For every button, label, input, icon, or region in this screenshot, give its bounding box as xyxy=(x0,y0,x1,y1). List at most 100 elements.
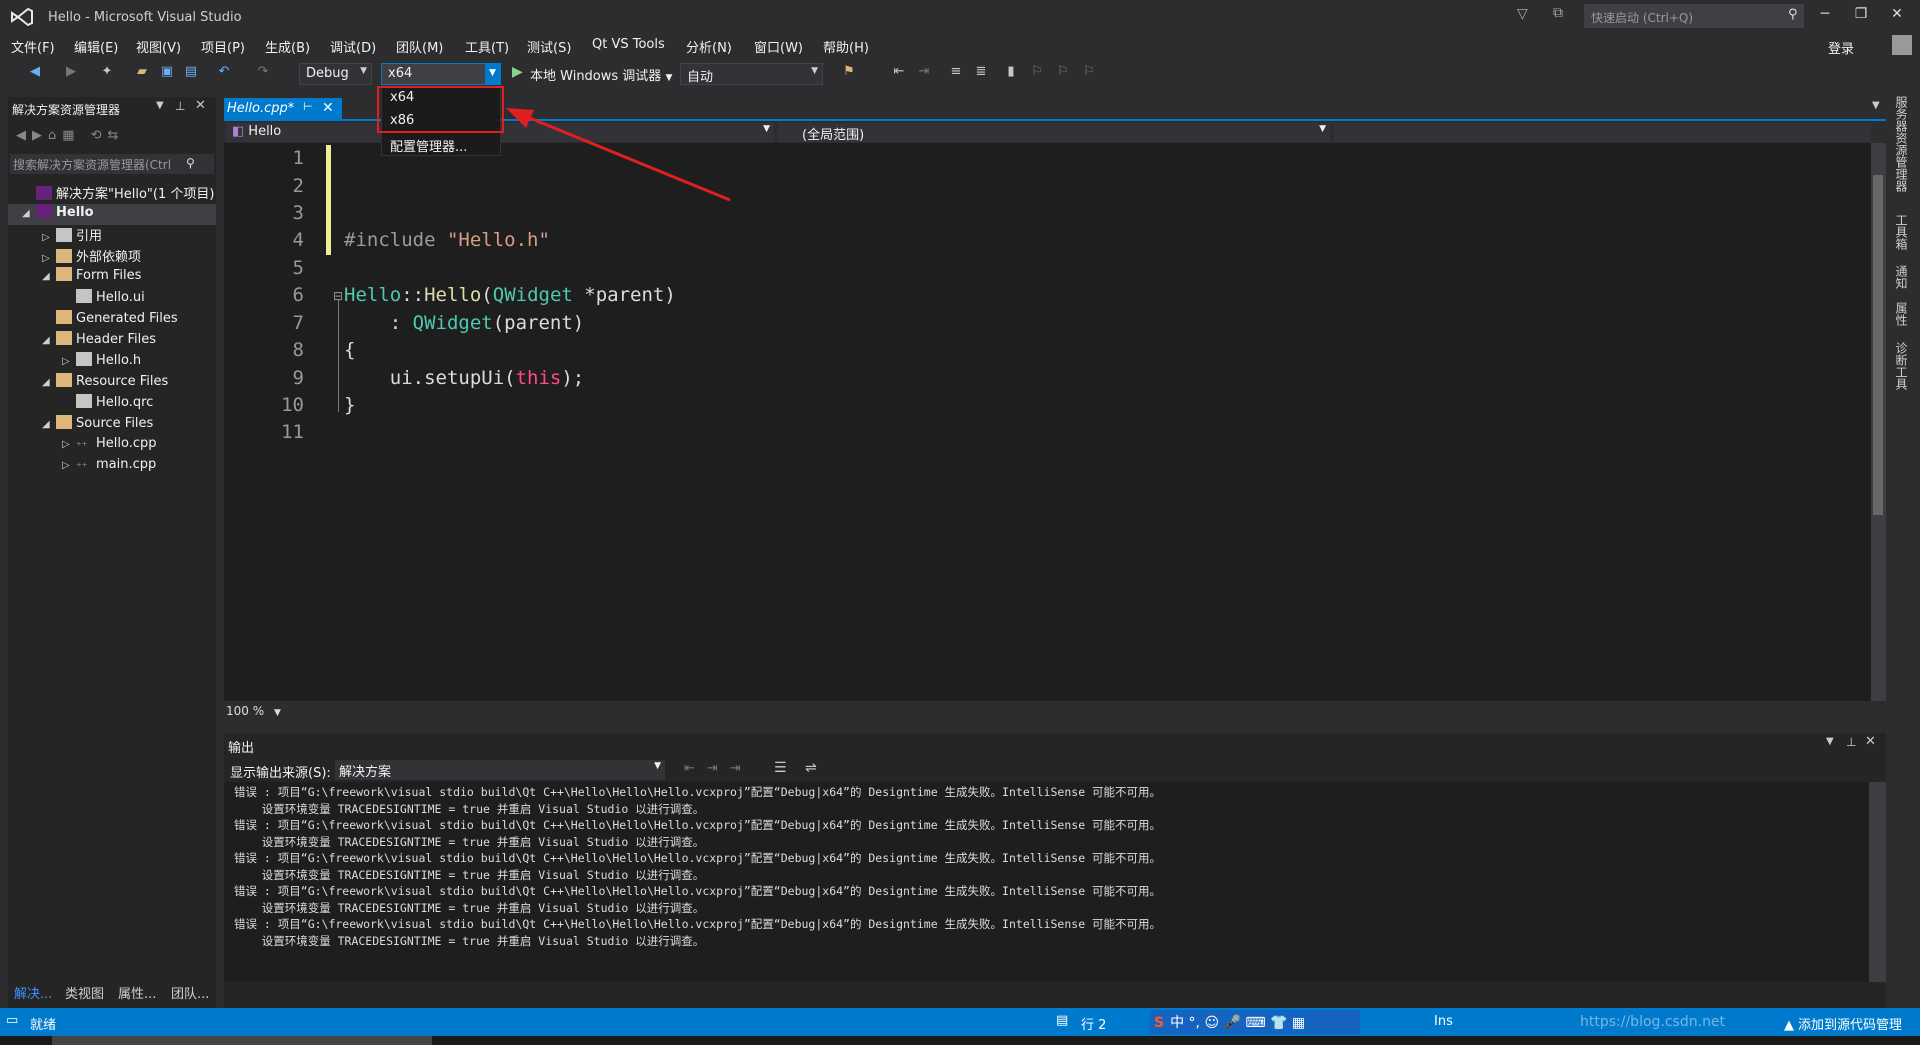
filter-icon[interactable]: ▽ xyxy=(1517,6,1528,22)
solution-search-input[interactable]: 搜索解决方案资源管理器(Ctrl xyxy=(10,154,214,174)
next-bookmark-icon[interactable]: ⚐ xyxy=(1054,64,1072,82)
tree-item[interactable]: Generated Files xyxy=(42,309,178,331)
tree-item[interactable]: ▷ 引用 xyxy=(42,225,102,246)
expand-toggle-icon[interactable]: ▷ xyxy=(62,356,76,367)
configuration-combo[interactable]: Debug ▼ xyxy=(299,63,372,85)
clear-bookmarks-icon[interactable]: ⚐ xyxy=(1080,64,1098,82)
expand-toggle-icon[interactable]: ▷ xyxy=(62,460,76,471)
collapse-icon[interactable]: ⊟ xyxy=(333,289,343,303)
save-all-icon[interactable]: ▤ xyxy=(182,64,200,82)
find-in-files-icon[interactable]: ⚑ xyxy=(840,64,858,82)
platform-combo[interactable]: x64 ▼ xyxy=(381,63,501,85)
pin-icon[interactable]: ⊢ xyxy=(303,100,313,113)
close-icon[interactable]: ✕ xyxy=(322,100,334,116)
menu-project[interactable]: 项目(P) xyxy=(201,37,245,56)
menu-file[interactable]: 文件(F) xyxy=(11,37,55,56)
tree-item[interactable]: ◢ Resource Files xyxy=(42,372,168,394)
tree-item[interactable]: Hello.qrc xyxy=(62,394,153,415)
run-mode-combo[interactable]: 自动 ▼ xyxy=(680,63,823,85)
member-combo[interactable]: (全局范围) ▼ xyxy=(778,123,1330,143)
tab-server-explorer[interactable]: 服务器资源管理器 xyxy=(1893,96,1910,192)
quick-launch-input[interactable]: 快速启动 (Ctrl+Q) xyxy=(1584,4,1804,28)
pin-icon[interactable]: ⊥ xyxy=(175,99,185,113)
solution-toolbar[interactable]: ◀▶⌂▦ ⟲⇆ xyxy=(16,128,124,143)
menu-team[interactable]: 团队(M) xyxy=(396,37,443,56)
tree-item[interactable]: ◢ Hello xyxy=(22,204,94,225)
pin-icon[interactable]: ⊥ xyxy=(1846,735,1856,749)
new-project-icon[interactable]: ✦ xyxy=(98,64,116,82)
bookmark-icon[interactable]: ▮ xyxy=(1002,64,1020,82)
tab-list-icon[interactable]: ▼ xyxy=(1872,100,1880,111)
taskbar-active-item[interactable] xyxy=(52,1036,432,1045)
menu-analyze[interactable]: 分析(N) xyxy=(686,37,732,56)
clear-all-icon[interactable]: ☰ xyxy=(774,760,787,776)
panel-menu-icon[interactable]: ▼ xyxy=(1826,736,1834,747)
close-icon[interactable]: ✕ xyxy=(1865,734,1876,749)
tree-item[interactable]: ◢ Header Files xyxy=(42,330,156,352)
menu-edit[interactable]: 编辑(E) xyxy=(74,37,118,56)
start-debugger-button[interactable]: 本地 Windows 调试器 ▼ xyxy=(512,65,672,84)
tree-item[interactable]: ◢ Source Files xyxy=(42,415,153,436)
breakpoint-icon[interactable]: ⇥ xyxy=(915,64,933,82)
comment-icon[interactable]: ≡ xyxy=(947,64,965,82)
status-line[interactable]: 行 2 xyxy=(1081,1014,1106,1033)
function-combo[interactable] xyxy=(1334,123,1871,142)
redo-icon[interactable]: ↷ xyxy=(254,64,272,82)
tab-toolbox[interactable]: 工具箱 xyxy=(1893,214,1910,250)
zoom-level[interactable]: 100 % ▼ xyxy=(226,704,281,718)
tab-properties[interactable]: 属性... xyxy=(118,983,156,1002)
menu-window[interactable]: 窗口(W) xyxy=(754,37,803,56)
expand-toggle-icon[interactable]: ◢ xyxy=(42,271,56,282)
user-icon[interactable] xyxy=(1892,35,1912,55)
uncomment-icon[interactable]: ≣ xyxy=(972,64,990,82)
close-icon[interactable]: ✕ xyxy=(195,98,206,113)
tree-item[interactable]: ◢ Form Files xyxy=(42,267,141,288)
menu-qt-vs-tools[interactable]: Qt VS Tools xyxy=(592,37,665,52)
menu-help[interactable]: 帮助(H) xyxy=(823,37,869,56)
tab-team[interactable]: 团队... xyxy=(171,983,209,1002)
tree-item[interactable]: ▷ 外部依赖项 xyxy=(42,246,141,267)
scroll-thumb[interactable] xyxy=(1873,175,1883,515)
editor-horizontal-scrollbar[interactable] xyxy=(224,701,1871,721)
save-icon[interactable]: ▣ xyxy=(158,64,176,82)
expand-toggle-icon[interactable]: ▷ xyxy=(42,232,56,243)
tree-item[interactable]: ▷ ⁺⁺ Hello.cpp xyxy=(62,436,157,457)
tab-properties-right[interactable]: 属性 xyxy=(1893,302,1910,326)
expand-toggle-icon[interactable]: ◢ xyxy=(22,208,36,219)
menu-test[interactable]: 测试(S) xyxy=(527,37,571,56)
close-button[interactable]: ✕ xyxy=(1882,6,1912,26)
expand-toggle-icon[interactable]: ◢ xyxy=(42,419,56,430)
ime-toolbar[interactable]: S 中 °, ☺ 🎤 ⌨ 👕 ▦ xyxy=(1150,1010,1360,1034)
add-to-source-control[interactable]: ▲ 添加到源代码管理 xyxy=(1784,1014,1902,1033)
output-source-combo[interactable]: 解决方案 ▼ xyxy=(335,760,665,780)
login-link[interactable]: 登录 xyxy=(1828,38,1854,57)
menu-view[interactable]: 视图(V) xyxy=(136,37,181,56)
word-wrap-icon[interactable]: ⇌ xyxy=(805,760,817,776)
code-editor[interactable] xyxy=(224,143,1871,701)
open-file-icon[interactable]: ▰ xyxy=(133,64,151,82)
tab-class-view[interactable]: 类视图 xyxy=(65,983,104,1002)
undo-icon[interactable]: ↶ xyxy=(215,64,233,82)
chevron-down-icon[interactable]: ▼ xyxy=(485,63,500,85)
prev-bookmark-icon[interactable]: ⚐ xyxy=(1028,64,1046,82)
restore-button[interactable]: ❐ xyxy=(1846,6,1876,26)
tab-solution-explorer[interactable]: 解决... xyxy=(14,983,52,1002)
configuration-manager-item[interactable]: 配置管理器... xyxy=(390,136,467,155)
output-text[interactable]: 错误 : 项目“G:\freework\visual stdio build\Q… xyxy=(224,782,1869,982)
output-scrollbar[interactable] xyxy=(1869,782,1886,982)
output-nav-icons[interactable]: ⇤⇥⇥ xyxy=(684,761,753,776)
tree-item[interactable]: Hello.ui xyxy=(62,288,145,310)
back-icon[interactable]: ◀ xyxy=(26,64,44,82)
tab-diagnostic-tools[interactable]: 诊断工具 xyxy=(1893,342,1910,390)
menu-build[interactable]: 生成(B) xyxy=(265,37,310,56)
expand-toggle-icon[interactable]: ◢ xyxy=(42,377,56,388)
expand-toggle-icon[interactable]: ◢ xyxy=(42,335,56,346)
step-icon[interactable]: ⇤ xyxy=(890,64,908,82)
menu-debug[interactable]: 调试(D) xyxy=(330,37,376,56)
expand-toggle-icon[interactable]: ▷ xyxy=(42,253,56,264)
minimize-button[interactable]: ─ xyxy=(1810,6,1840,26)
expand-toggle-icon[interactable]: ▷ xyxy=(62,439,76,450)
tree-item[interactable]: ▷ ⁺⁺ main.cpp xyxy=(62,457,156,478)
panel-menu-icon[interactable]: ▼ xyxy=(156,100,164,111)
search-icon[interactable]: ⚲ xyxy=(1788,7,1798,22)
